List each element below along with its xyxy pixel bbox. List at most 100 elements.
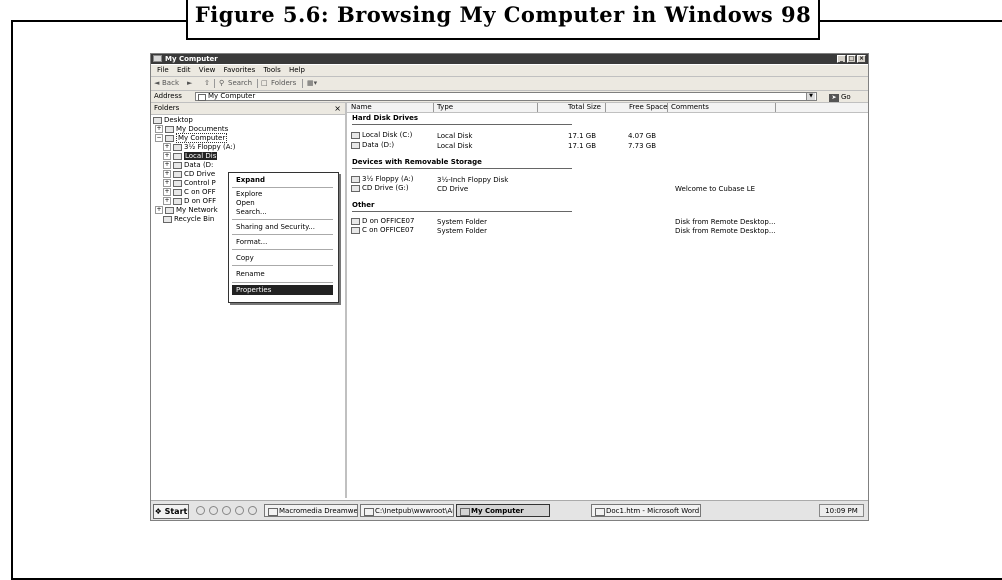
row-type: 3½-Inch Floppy Disk: [437, 176, 509, 184]
menu-edit[interactable]: Edit: [177, 66, 191, 74]
back-arrow-icon[interactable]: ◄: [154, 77, 159, 90]
menu-item-sharing[interactable]: Sharing and Security...: [232, 222, 333, 232]
row-floppy-a[interactable]: 3½ Floppy (A:): [351, 175, 413, 183]
address-input[interactable]: My Computer ▼: [195, 92, 817, 101]
folders-icon[interactable]: □: [261, 77, 268, 90]
forward-arrow-icon[interactable]: ►: [187, 77, 192, 90]
row-comment: Disk from Remote Desktop...: [675, 218, 776, 226]
expand-icon[interactable]: +: [155, 125, 163, 133]
row-d-on-office07[interactable]: D on OFFICE07: [351, 217, 414, 225]
close-icon[interactable]: ×: [334, 103, 341, 114]
taskbar-button-word[interactable]: Doc1.htm - Microsoft Word: [591, 504, 701, 517]
menu-view[interactable]: View: [199, 66, 216, 74]
tree-label: My Documents: [176, 125, 229, 133]
minimize-button[interactable]: _: [837, 55, 846, 63]
taskbar-label: Macromedia Dreamweav...: [279, 507, 358, 515]
row-name: Data (D:): [362, 141, 395, 149]
tree-item-my-network[interactable]: + My Network: [155, 206, 218, 215]
menu-favorites[interactable]: Favorites: [224, 66, 256, 74]
menu-item-format[interactable]: Format...: [232, 237, 333, 247]
menu-file[interactable]: File: [157, 66, 169, 74]
row-free: 4.07 GB: [628, 132, 657, 140]
tree-label: Desktop: [164, 116, 193, 124]
search-icon[interactable]: ⚲: [219, 77, 224, 90]
expand-icon[interactable]: +: [163, 143, 171, 151]
tree-item-desktop[interactable]: Desktop: [153, 116, 193, 125]
menu-help[interactable]: Help: [289, 66, 305, 74]
floppy-icon: [351, 175, 360, 183]
start-button[interactable]: ❖ Start: [153, 504, 189, 519]
expand-icon[interactable]: +: [163, 152, 171, 160]
menu-item-copy[interactable]: Copy: [232, 253, 333, 263]
taskbar-button-inetpub[interactable]: C:\Inetpub\wwwroot\Ar...: [360, 504, 454, 517]
col-free-space[interactable]: Free Space: [629, 103, 667, 112]
col-total-size[interactable]: Total Size: [568, 103, 601, 112]
title-bar[interactable]: My Computer _ □ ×: [151, 54, 868, 64]
go-label: Go: [841, 93, 851, 101]
menu-item-properties[interactable]: Properties: [232, 285, 333, 295]
row-type: Local Disk: [437, 142, 473, 150]
expand-icon[interactable]: +: [163, 179, 171, 187]
menu-item-expand[interactable]: Expand: [232, 175, 333, 185]
row-type: System Folder: [437, 227, 487, 235]
close-button[interactable]: ×: [857, 55, 866, 63]
menu-item-search[interactable]: Search...: [232, 207, 333, 217]
outlook-quicklaunch-icon[interactable]: [235, 506, 244, 515]
tree-label: CD Drive: [184, 170, 216, 178]
maximize-button[interactable]: □: [847, 55, 856, 63]
desktop-quicklaunch-icon[interactable]: [196, 506, 205, 515]
computer-icon: [198, 94, 206, 101]
row-local-disk-c[interactable]: Local Disk (C:): [351, 131, 412, 139]
views-icon[interactable]: ▦▾: [307, 77, 317, 90]
row-cd-drive-g[interactable]: CD Drive (G:): [351, 184, 409, 192]
ie-quicklaunch-icon[interactable]: [209, 506, 218, 515]
app-quicklaunch-icon[interactable]: [248, 506, 257, 515]
collapse-icon[interactable]: −: [155, 134, 163, 142]
address-value: My Computer: [208, 92, 256, 100]
tree-label: 3½ Floppy (A:): [184, 143, 236, 151]
go-button[interactable]: ➤ Go: [829, 92, 851, 103]
tree-label: C on OFF: [184, 188, 216, 196]
search-button[interactable]: Search: [228, 77, 252, 90]
tree-item-d-on-office[interactable]: + D on OFF: [163, 197, 216, 206]
computer-icon: [165, 134, 174, 142]
expand-icon[interactable]: +: [155, 206, 163, 214]
expand-icon[interactable]: +: [163, 170, 171, 178]
tree-label: Control P: [184, 179, 216, 187]
taskbar-button-my-computer[interactable]: My Computer: [456, 504, 550, 517]
col-comments[interactable]: Comments: [671, 103, 709, 112]
tree-item-data[interactable]: + Data (D:: [163, 161, 213, 170]
start-label: Start: [164, 507, 188, 516]
folders-button[interactable]: Folders: [271, 77, 296, 90]
chevron-down-icon[interactable]: ▼: [806, 93, 815, 100]
toolbar: ◄ Back ► ⇧ ⚲ Search □ Folders ▦▾: [151, 77, 868, 91]
group-removable: Devices with Removable Storage: [352, 158, 482, 166]
menu-item-rename[interactable]: Rename: [232, 269, 333, 279]
tree-item-floppy[interactable]: +3½ Floppy (A:): [163, 143, 235, 152]
expand-icon[interactable]: +: [163, 161, 171, 169]
tree-item-control-panel[interactable]: + Control P: [163, 179, 216, 188]
col-type[interactable]: Type: [437, 103, 453, 112]
tree-item-recycle-bin[interactable]: Recycle Bin: [163, 215, 214, 224]
context-menu: Expand Explore Open Search... Sharing an…: [228, 172, 339, 303]
row-name: 3½ Floppy (A:): [362, 175, 414, 183]
expand-icon[interactable]: +: [163, 197, 171, 205]
menu-tools[interactable]: Tools: [263, 66, 280, 74]
row-name: D on OFFICE07: [362, 217, 415, 225]
row-name: CD Drive (G:): [362, 184, 409, 192]
tree-item-c-on-office[interactable]: + C on OFF: [163, 188, 216, 197]
tree-item-cd-drive[interactable]: + CD Drive: [163, 170, 215, 179]
back-button[interactable]: Back: [162, 77, 179, 90]
up-folder-icon[interactable]: ⇧: [204, 77, 210, 90]
row-c-on-office07[interactable]: C on OFFICE07: [351, 226, 414, 234]
expand-icon[interactable]: +: [163, 188, 171, 196]
media-quicklaunch-icon[interactable]: [222, 506, 231, 515]
row-type: CD Drive: [437, 185, 469, 193]
tree-label: Local Dis: [184, 152, 218, 160]
col-name[interactable]: Name: [351, 103, 372, 112]
go-arrow-icon: ➤: [829, 94, 839, 102]
row-data-d[interactable]: Data (D:): [351, 141, 394, 149]
tree-item-local-disk[interactable]: + Local Dis: [163, 152, 218, 161]
tree-item-my-computer[interactable]: − My Computer: [155, 133, 228, 143]
taskbar-button-dreamweaver[interactable]: Macromedia Dreamweav...: [264, 504, 358, 517]
